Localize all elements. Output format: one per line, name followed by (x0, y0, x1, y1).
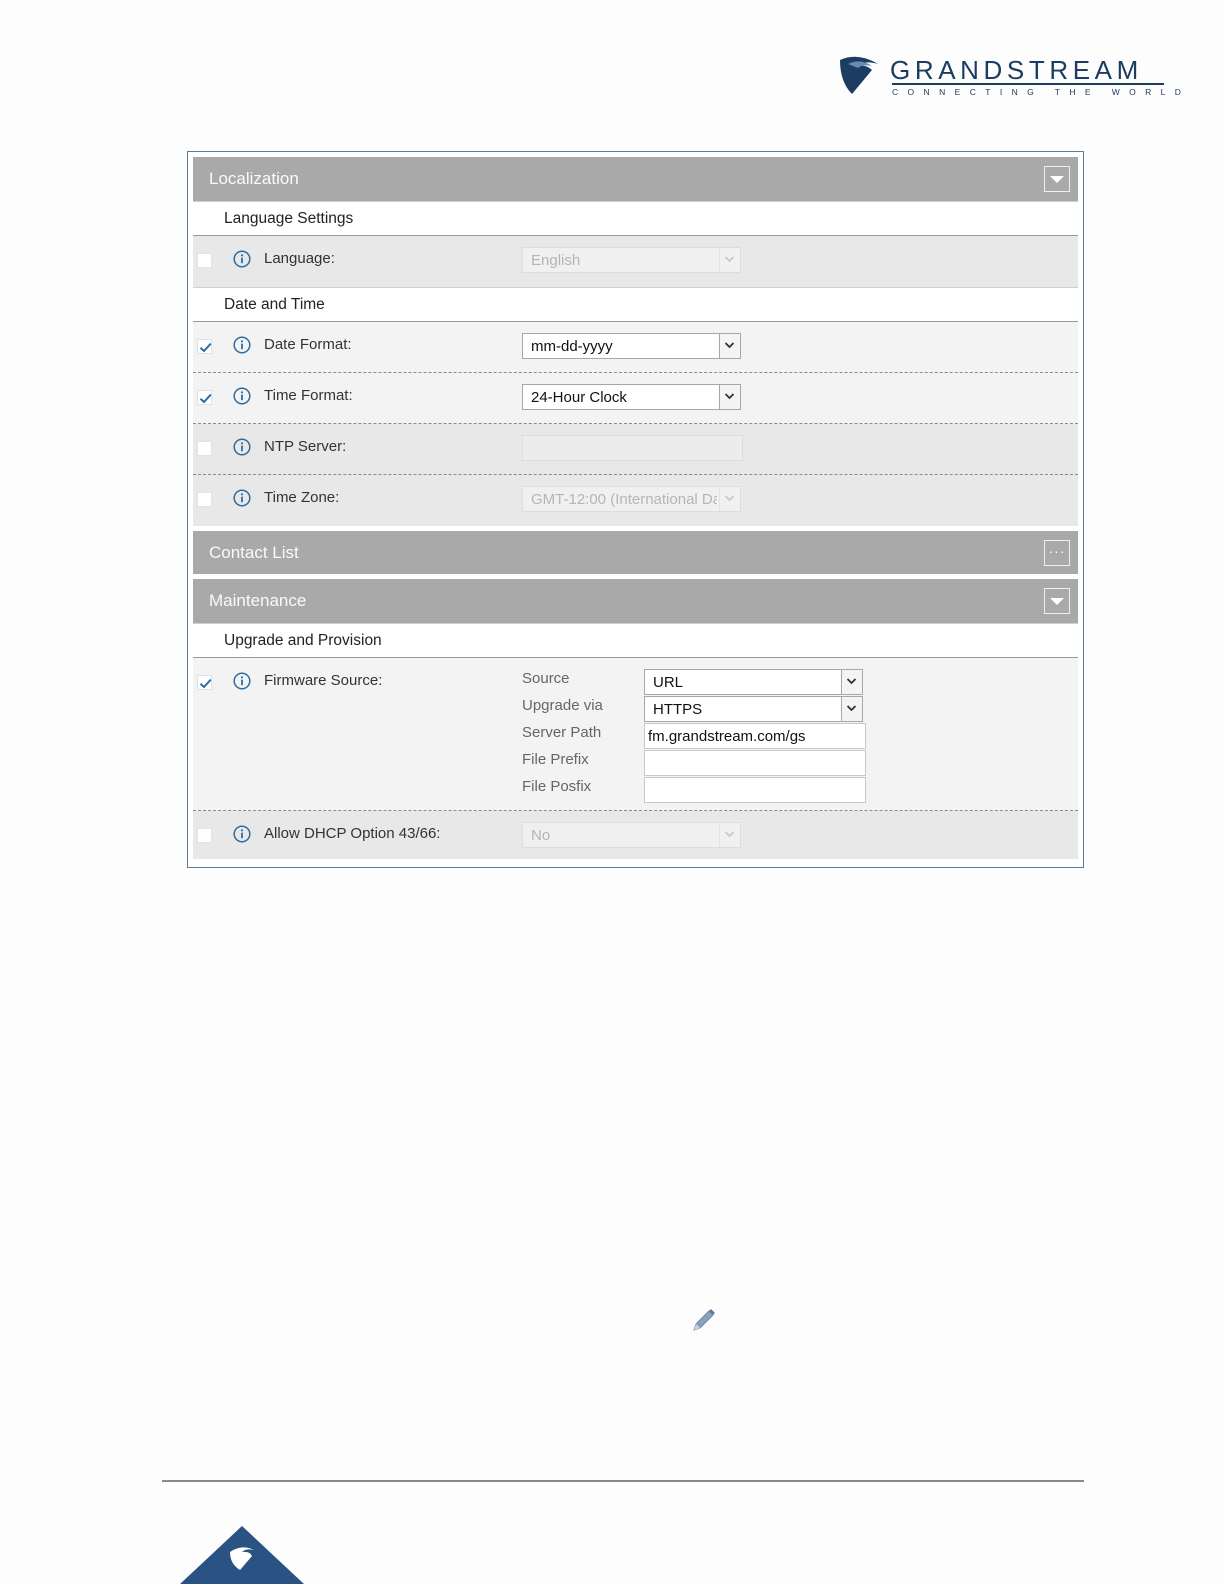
grandstream-logo-mark-icon (840, 56, 878, 94)
contact-list-header[interactable]: Contact List ··· (193, 531, 1078, 574)
firmware-source-checkbox[interactable] (197, 675, 212, 690)
file-postfix-input[interactable] (644, 777, 866, 803)
upgrade-via-label: Upgrade via (522, 697, 603, 714)
checkmark-icon (199, 393, 212, 404)
expand-contact-list-button[interactable]: ··· (1044, 540, 1070, 566)
pencil-icon (693, 1309, 715, 1331)
subsection-title: Date and Time (224, 296, 325, 313)
date-format-checkbox[interactable] (197, 339, 212, 354)
info-icon[interactable] (233, 672, 251, 690)
time-format-checkbox[interactable] (197, 390, 212, 405)
section-title: Contact List (209, 543, 299, 562)
brand-tagline: CONNECTING THE WORLD (892, 87, 1191, 97)
section-title: Localization (209, 169, 299, 188)
file-prefix-label: File Prefix (522, 751, 589, 768)
dhcp-option-label: Allow DHCP Option 43/66: (264, 825, 441, 842)
server-path-label: Server Path (522, 724, 602, 741)
info-icon[interactable] (233, 250, 251, 268)
brand-name: GRANDSTREAM (890, 55, 1143, 85)
collapse-arrow-icon (1050, 598, 1064, 605)
collapse-maintenance-button[interactable] (1044, 588, 1070, 614)
file-postfix-label: File Posfix (522, 778, 592, 795)
dhcp-option-checkbox[interactable] (197, 828, 212, 843)
source-value: URL (653, 674, 684, 691)
checkmark-icon (199, 678, 212, 689)
ntp-server-checkbox[interactable] (197, 441, 212, 456)
dhcp-option-select[interactable]: No (522, 822, 741, 848)
language-select[interactable]: English (522, 247, 741, 273)
subsection-title: Upgrade and Provision (224, 632, 382, 649)
info-icon[interactable] (233, 825, 251, 843)
date-format-value: mm-dd-yyyy (531, 338, 613, 355)
time-zone-row: Time Zone: GMT-12:00 (International Dat (193, 475, 1078, 526)
date-format-label: Date Format: (264, 336, 352, 353)
grandstream-footer-logo-icon (180, 1526, 304, 1584)
file-prefix-input[interactable] (644, 750, 866, 776)
logo-divider (892, 83, 1164, 85)
settings-panel: Localization Language Settings Language:… (187, 151, 1084, 868)
language-settings-subheader: Language Settings (193, 201, 1078, 236)
maintenance-header[interactable]: Maintenance (193, 579, 1078, 623)
info-icon[interactable] (233, 438, 251, 456)
dhcp-option-value: No (531, 827, 551, 844)
localization-header[interactable]: Localization (193, 157, 1078, 201)
ntp-server-row: NTP Server: (193, 424, 1078, 475)
time-zone-select[interactable]: GMT-12:00 (International Dat (522, 486, 741, 512)
chevron-down-icon (719, 248, 740, 272)
ntp-server-label: NTP Server: (264, 438, 347, 455)
time-format-row: Time Format: 24-Hour Clock (193, 373, 1078, 424)
chevron-down-icon[interactable] (719, 385, 740, 409)
subsection-title: Language Settings (224, 210, 354, 227)
chevron-down-icon[interactable] (719, 334, 740, 358)
source-label: Source (522, 670, 570, 687)
upgrade-via-select[interactable]: HTTPS (644, 696, 863, 722)
time-format-label: Time Format: (264, 387, 353, 404)
source-select[interactable]: URL (644, 669, 863, 695)
checkmark-icon (199, 342, 212, 353)
info-icon[interactable] (233, 489, 251, 507)
language-checkbox[interactable] (197, 253, 212, 268)
server-path-value: fm.grandstream.com/gs (648, 728, 806, 745)
ntp-server-input[interactable] (522, 435, 743, 461)
chevron-down-icon (719, 487, 740, 511)
language-label: Language: (264, 250, 335, 267)
upgrade-provision-subheader: Upgrade and Provision (193, 623, 1078, 658)
info-icon[interactable] (233, 387, 251, 405)
language-row: Language: English (193, 236, 1078, 287)
collapse-localization-button[interactable] (1044, 166, 1070, 192)
time-zone-checkbox[interactable] (197, 492, 212, 507)
section-title: Maintenance (209, 591, 307, 610)
date-format-row: Date Format: mm-dd-yyyy (193, 322, 1078, 373)
firmware-source-row: Firmware Source: Source URL Upgrade via … (193, 658, 1078, 811)
dhcp-option-row: Allow DHCP Option 43/66: No (193, 811, 1078, 859)
time-zone-value: GMT-12:00 (International Dat (531, 491, 717, 508)
chevron-down-icon[interactable] (841, 670, 862, 694)
time-zone-label: Time Zone: (264, 489, 340, 506)
time-format-select[interactable]: 24-Hour Clock (522, 384, 741, 410)
info-icon[interactable] (233, 336, 251, 354)
date-time-subheader: Date and Time (193, 287, 1078, 322)
language-value: English (531, 252, 581, 269)
collapse-arrow-icon (1050, 176, 1064, 183)
chevron-down-icon (719, 823, 740, 847)
grandstream-logo: GRANDSTREAM CONNECTING THE WORLD (838, 54, 1181, 102)
more-icon: ··· (1048, 543, 1066, 559)
chevron-down-icon[interactable] (841, 697, 862, 721)
server-path-input[interactable]: fm.grandstream.com/gs (644, 723, 866, 749)
firmware-source-label: Firmware Source: (264, 672, 383, 689)
time-format-value: 24-Hour Clock (531, 389, 627, 406)
footer-divider (162, 1480, 1084, 1482)
upgrade-via-value: HTTPS (653, 701, 703, 718)
date-format-select[interactable]: mm-dd-yyyy (522, 333, 741, 359)
